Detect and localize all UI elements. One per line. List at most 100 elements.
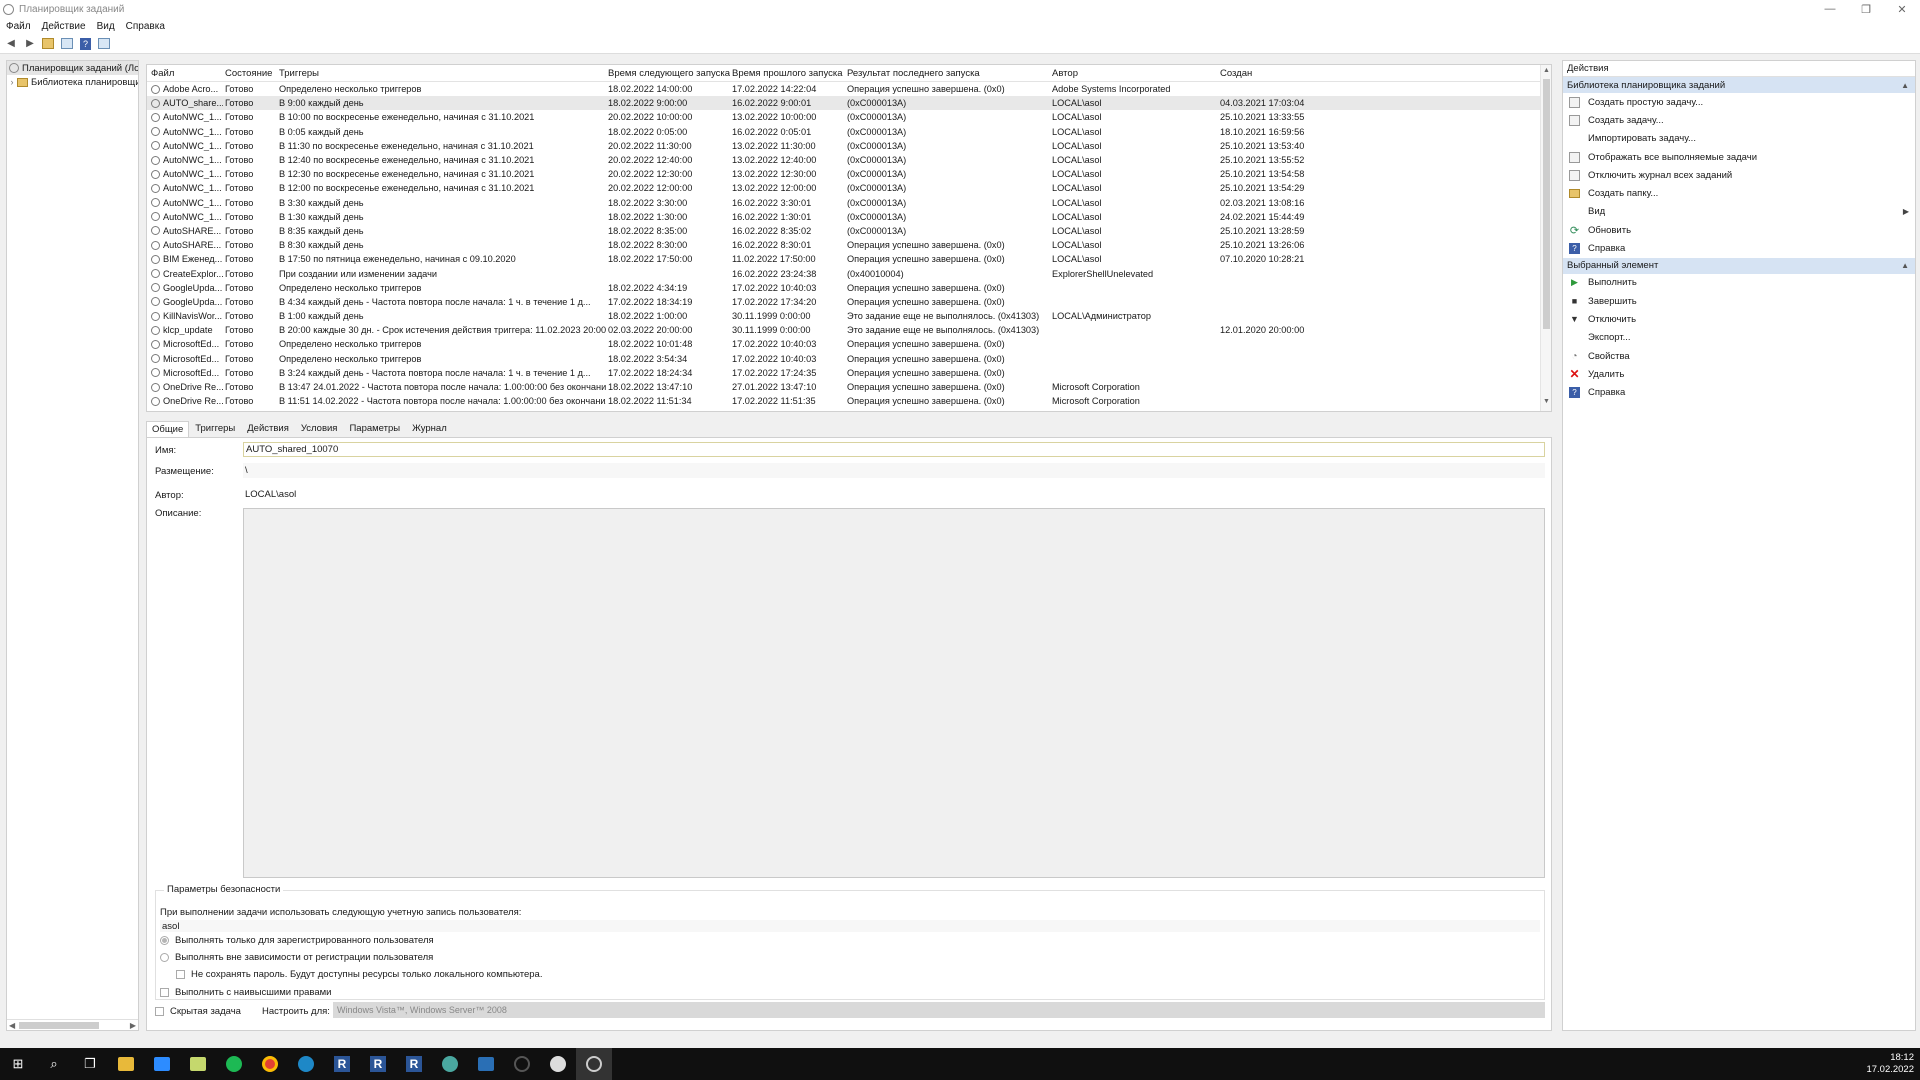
show-hide-action-pane-icon[interactable]: [98, 38, 110, 49]
table-row[interactable]: AutoSHARE... Готово В 8:35 каждый день 18.0…: [147, 224, 1551, 238]
table-row[interactable]: KillNavisWor... Готово В 1:00 каждый день 1…: [147, 309, 1551, 323]
visual-studio-app-icon[interactable]: [468, 1048, 504, 1080]
actions-section-selected-item[interactable]: Выбранный элемент ▲: [1563, 257, 1915, 274]
checkbox-do-not-store-password[interactable]: [176, 970, 185, 979]
tab-history[interactable]: Журнал: [406, 420, 453, 437]
action-item-6[interactable]: Создать папку...: [1563, 184, 1915, 202]
table-row[interactable]: klcp_update Готово В 20:00 каждые 30 дн. -…: [147, 323, 1551, 337]
forward-arrow-icon[interactable]: ▶: [23, 37, 37, 51]
menu-action[interactable]: Действие: [42, 21, 86, 32]
column-header-next-run[interactable]: Время следующего запуска: [606, 68, 730, 79]
tab-triggers[interactable]: Триггеры: [189, 420, 241, 437]
up-folder-icon[interactable]: [42, 38, 54, 49]
table-row[interactable]: OneDrive Re... Готово В 11:51 14.02.2022 -…: [147, 394, 1551, 408]
navisworks-app-icon[interactable]: [504, 1048, 540, 1080]
action-item-7[interactable]: ? Справка: [1563, 383, 1915, 401]
option-hidden-task[interactable]: Скрытая задача: [155, 1006, 241, 1017]
revit-app-icon[interactable]: R: [324, 1048, 360, 1080]
scroll-right-icon[interactable]: ▶: [130, 1021, 136, 1030]
actions-section-library[interactable]: Библиотека планировщика заданий ▲: [1563, 77, 1915, 93]
table-row[interactable]: BIM Еженед... Готово В 17:50 по пятница еж…: [147, 252, 1551, 266]
search-icon[interactable]: ⌕: [36, 1048, 72, 1080]
task-list-vertical-scrollbar[interactable]: ▲ ▼: [1540, 65, 1551, 411]
action-item-8[interactable]: ⟳ Обновить: [1563, 221, 1915, 239]
description-field[interactable]: [243, 508, 1545, 878]
radio-run-logged-on[interactable]: [160, 936, 169, 945]
checkbox-run-highest-privileges[interactable]: [160, 988, 169, 997]
spotify-app-icon[interactable]: [216, 1048, 252, 1080]
action-item-5[interactable]: ◔ Свойства: [1563, 347, 1915, 365]
tree-item-task-scheduler-root[interactable]: Планировщик заданий (Локальный): [7, 61, 138, 75]
scroll-down-icon[interactable]: ▼: [1541, 398, 1551, 409]
action-item-6[interactable]: ✕ Удалить: [1563, 365, 1915, 383]
scroll-thumb[interactable]: [1543, 79, 1550, 329]
action-item-9[interactable]: ? Справка: [1563, 239, 1915, 257]
system-clock[interactable]: 18:12 17.02.2022: [1866, 1048, 1914, 1080]
action-item-4[interactable]: Отображать все выполняемые задачи: [1563, 148, 1915, 166]
action-item-1[interactable]: ▶ Выполнить: [1563, 274, 1915, 292]
table-row[interactable]: AutoNWC_1... Готово В 12:30 по воскресенье…: [147, 167, 1551, 181]
tab-conditions[interactable]: Условия: [295, 420, 344, 437]
table-row[interactable]: AutoNWC_1... Готово В 11:30 по воскресенье…: [147, 139, 1551, 153]
help-icon[interactable]: ?: [80, 37, 91, 50]
show-hide-tree-icon[interactable]: [61, 38, 73, 49]
tree-horizontal-scrollbar[interactable]: ◀ ▶: [7, 1019, 138, 1030]
back-arrow-icon[interactable]: ◀: [4, 37, 18, 51]
action-item-2[interactable]: Создать задачу...: [1563, 111, 1915, 129]
action-item-3[interactable]: Импортировать задачу...: [1563, 130, 1915, 148]
collapse-caret-icon[interactable]: ▲: [1901, 81, 1909, 90]
menu-view[interactable]: Вид: [97, 21, 115, 32]
action-item-5[interactable]: Отключить журнал всех заданий: [1563, 166, 1915, 184]
expand-arrow-icon[interactable]: ›: [7, 77, 17, 87]
start-button-icon[interactable]: ⊞: [0, 1048, 36, 1080]
tree-item-library[interactable]: › Библиотека планировщика заданий: [7, 75, 139, 89]
table-row[interactable]: MicrosoftEd... Готово В 3:24 каждый день -…: [147, 366, 1551, 380]
menu-file[interactable]: Файл: [6, 21, 31, 32]
action-item-1[interactable]: Создать простую задачу...: [1563, 93, 1915, 111]
table-row[interactable]: GoogleUpda... Готово В 4:34 каждый день - …: [147, 295, 1551, 309]
action-item-4[interactable]: Экспорт...: [1563, 329, 1915, 347]
table-row[interactable]: AutoNWC_1... Готово В 0:05 каждый день 18.0…: [147, 125, 1551, 139]
table-row[interactable]: AutoNWC_1... Готово В 12:40 по воскресенье…: [147, 153, 1551, 167]
revit-app-icon-3[interactable]: R: [396, 1048, 432, 1080]
maximize-button[interactable]: ❐: [1848, 0, 1884, 18]
option-run-whether-logged-on[interactable]: Выполнять вне зависимости от регистрации…: [160, 952, 433, 963]
clock-app-icon[interactable]: [540, 1048, 576, 1080]
table-row[interactable]: AUTO_share... Готово В 9:00 каждый день 18.…: [147, 96, 1551, 111]
close-button[interactable]: ✕: [1884, 0, 1920, 18]
action-item-3[interactable]: ▼ Отключить: [1563, 310, 1915, 328]
edge-app-icon[interactable]: [288, 1048, 324, 1080]
column-header-last-run[interactable]: Время прошлого запуска: [730, 68, 845, 79]
name-field[interactable]: AUTO_shared_10070: [243, 442, 1545, 457]
notepad-app-icon[interactable]: [180, 1048, 216, 1080]
location-field[interactable]: \: [243, 463, 1545, 478]
option-do-not-store-password[interactable]: Не сохранять пароль. Будут доступны ресу…: [176, 969, 542, 980]
table-row[interactable]: AutoNWC_1... Готово В 10:00 по воскресенье…: [147, 110, 1551, 124]
option-run-logged-on[interactable]: Выполнять только для зарегистрированного…: [160, 935, 434, 946]
column-header-author[interactable]: Автор: [1050, 68, 1218, 79]
column-header-name[interactable]: Файл: [147, 68, 223, 79]
table-row[interactable]: CreateExplor... Готово При создании или из…: [147, 266, 1551, 280]
minimize-button[interactable]: —: [1812, 0, 1848, 18]
table-row[interactable]: AutoNWC_1... Готово В 3:30 каждый день 18.0…: [147, 196, 1551, 210]
action-item-7[interactable]: Вид ▶: [1563, 203, 1915, 221]
checkbox-hidden-task[interactable]: [155, 1007, 164, 1016]
table-row[interactable]: AutoNWC_1... Готово В 12:00 по воскресенье…: [147, 181, 1551, 195]
collapse-caret-icon[interactable]: ▲: [1901, 261, 1909, 270]
zoom-app-icon[interactable]: [144, 1048, 180, 1080]
table-row[interactable]: AutoNWC_1... Готово В 1:30 каждый день 18.0…: [147, 210, 1551, 224]
teams-app-icon[interactable]: [432, 1048, 468, 1080]
table-row[interactable]: OneDrive Re... Готово В 13:47 24.01.2022 -…: [147, 380, 1551, 394]
table-row[interactable]: GoogleUpda... Готово Определено несколько …: [147, 281, 1551, 295]
scroll-up-icon[interactable]: ▲: [1541, 67, 1551, 78]
menu-help[interactable]: Справка: [126, 21, 165, 32]
table-row[interactable]: MicrosoftEd... Готово Определено несколько…: [147, 337, 1551, 351]
file-explorer-icon[interactable]: [108, 1048, 144, 1080]
table-row[interactable]: Adobe Acro... Готово Определено несколько …: [147, 82, 1551, 96]
chrome-app-icon[interactable]: [252, 1048, 288, 1080]
tab-general[interactable]: Общие: [146, 421, 190, 437]
option-run-highest-privileges[interactable]: Выполнить с наивысшими правами: [160, 987, 331, 998]
task-scheduler-app-icon[interactable]: [576, 1048, 612, 1080]
action-item-2[interactable]: ■ Завершить: [1563, 292, 1915, 310]
author-field[interactable]: LOCAL\asol: [243, 487, 1545, 502]
